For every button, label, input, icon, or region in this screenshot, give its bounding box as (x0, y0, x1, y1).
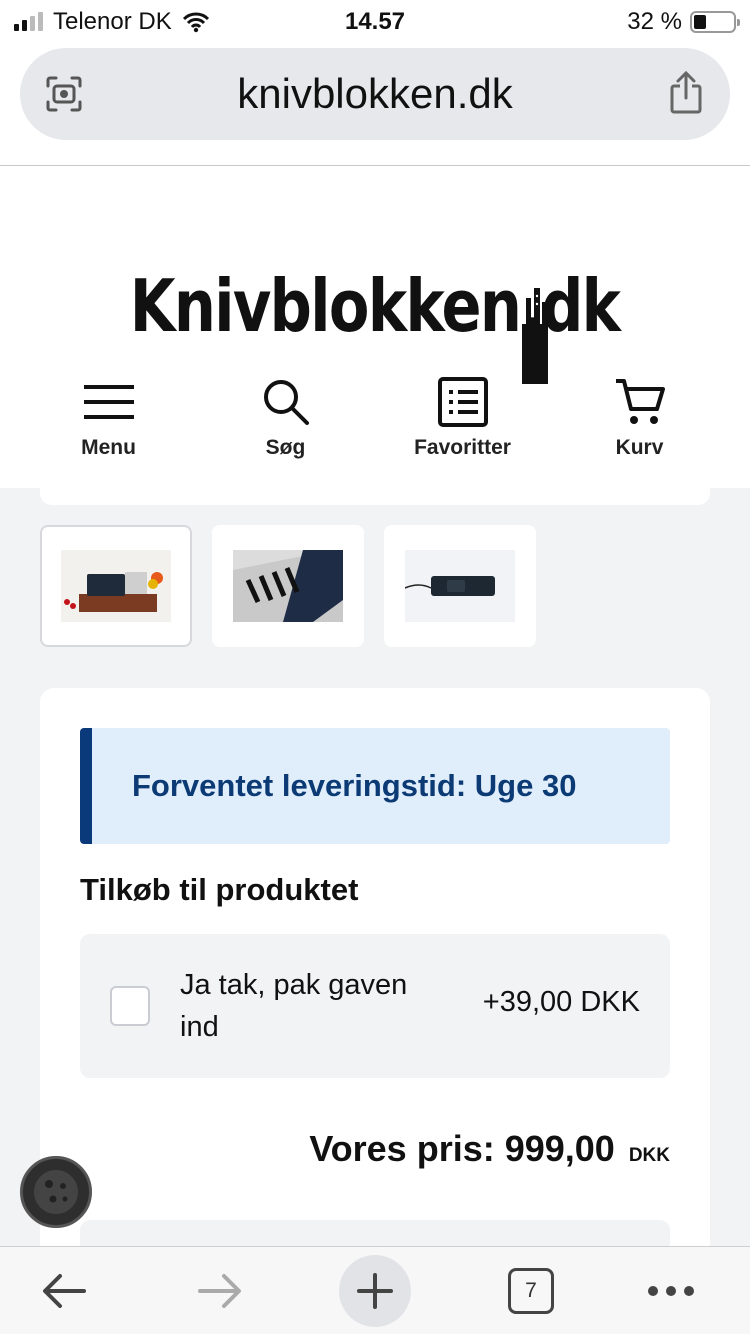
battery-percent: 32 % (627, 8, 682, 35)
product-content: Forventet leveringstid: Uge 30 Tilkøb ti… (0, 488, 750, 1246)
battery-icon (690, 11, 740, 33)
nav-search[interactable]: Søg (197, 366, 374, 466)
delivery-notice-text: Forventet leveringstid: Uge 30 (132, 768, 577, 803)
product-thumbnails (40, 525, 536, 647)
product-image (61, 550, 171, 622)
arrow-left-icon (43, 1274, 86, 1308)
back-button[interactable] (36, 1253, 92, 1329)
hamburger-menu-icon (83, 385, 134, 419)
price-currency: DKK (628, 1145, 670, 1166)
product-purchase-card: Forventet leveringstid: Uge 30 Tilkøb ti… (40, 688, 710, 1246)
cart-icon (615, 379, 665, 424)
nav-label-favorites: Favoritter (414, 436, 511, 459)
nav-cart[interactable]: Kurv (551, 366, 728, 466)
cookie-settings-button[interactable] (20, 1156, 92, 1228)
url-text[interactable]: knivblokken.dk (20, 70, 730, 118)
product-thumbnail[interactable] (212, 525, 364, 647)
addons-title: Tilkøb til produktet (80, 872, 359, 907)
addon-price: +39,00 DKK (482, 986, 640, 1018)
share-icon[interactable] (666, 70, 706, 116)
nav-menu[interactable]: Menu (20, 366, 197, 466)
more-dots-icon (648, 1286, 694, 1296)
nav-label-cart: Kurv (615, 436, 664, 459)
product-thumbnail[interactable] (40, 525, 192, 647)
nav-label-menu: Menu (81, 436, 136, 459)
address-bar[interactable]: knivblokken.dk (20, 48, 730, 140)
product-image (233, 550, 343, 622)
browser-toolbar: 7 (0, 1246, 750, 1334)
site-logo[interactable]: Knivblokken.dk (0, 224, 750, 384)
product-image (405, 550, 515, 622)
plus-icon (357, 1273, 393, 1309)
search-icon (263, 380, 309, 425)
site-header: Knivblokken.dk Menu Søg Favoritter Kurv (0, 166, 750, 488)
status-bar: Telenor DK 14.57 32 % (0, 0, 750, 42)
arrow-right-icon (198, 1274, 241, 1308)
forward-button[interactable] (192, 1253, 248, 1329)
addon-option[interactable]: Ja tak, pak gaven ind +39,00 DKK (80, 934, 670, 1078)
tab-count: 7 (508, 1268, 554, 1314)
price-row: Vores pris: 999,00 DKK (309, 1128, 670, 1170)
list-icon (437, 377, 488, 427)
main-nav: Menu Søg Favoritter Kurv (0, 366, 750, 466)
product-image-card (40, 488, 710, 505)
addon-label: Ja tak, pak gaven ind (180, 969, 408, 1043)
nav-label-search: Søg (265, 436, 306, 459)
next-section (80, 1220, 670, 1246)
more-button[interactable] (646, 1253, 696, 1329)
tabs-button[interactable]: 7 (506, 1253, 556, 1329)
gift-wrap-checkbox[interactable] (110, 986, 150, 1026)
nav-favorites[interactable]: Favoritter (374, 366, 551, 466)
cookie-icon (34, 1170, 78, 1214)
delivery-notice: Forventet leveringstid: Uge 30 (80, 728, 670, 844)
new-tab-button[interactable] (339, 1253, 411, 1329)
product-thumbnail[interactable] (384, 525, 536, 647)
product-price: Vores pris: 999,00 (309, 1128, 615, 1169)
